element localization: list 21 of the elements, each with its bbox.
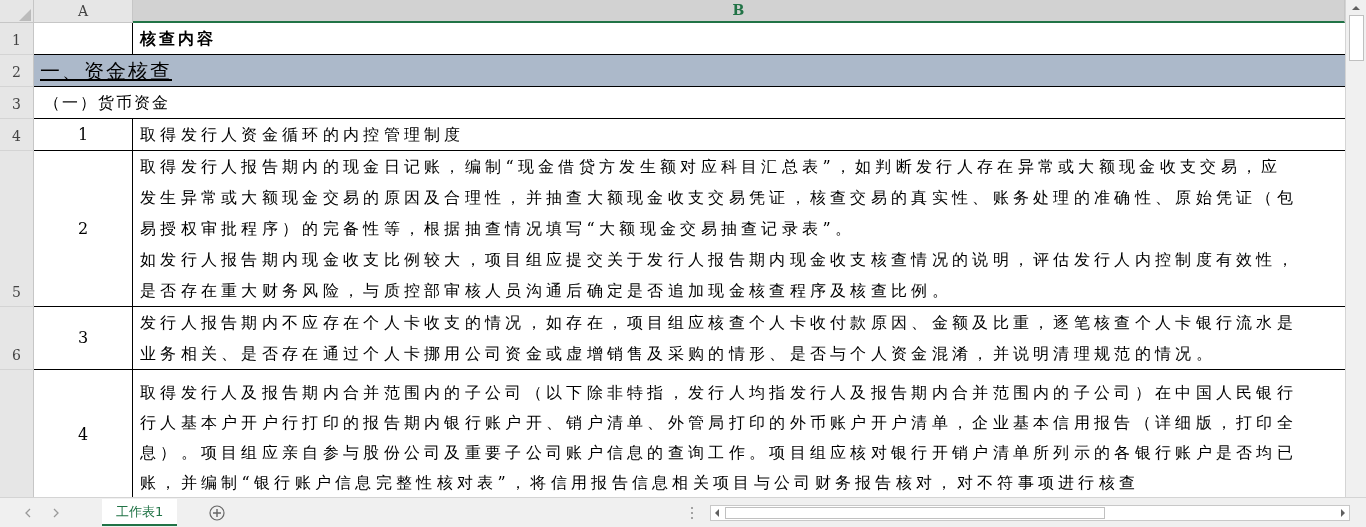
table-cell: 2 xyxy=(34,151,133,307)
row-header[interactable]: 6 xyxy=(0,307,34,370)
sheet-tab[interactable]: 工作表1 xyxy=(102,498,178,527)
table-cell: 发行人报告期内不应存在个人卡收支的情况，如存在，项目组应核查个人卡收付款原因、金额及比重，逐笔核查个人卡银行流水是 业务相关、是否存在通过个人卡挪用公司资金或虚增销售及采购的情形、是否与个人资金混淆，并说明清理规范的情况。 xyxy=(133,307,1345,370)
table-cell: （一）货币资金 xyxy=(34,87,1345,119)
row-header[interactable]: 3 xyxy=(0,87,34,119)
row-header[interactable]: 2 xyxy=(0,55,34,87)
next-sheet-icon[interactable] xyxy=(52,507,60,518)
splitter-icon[interactable] xyxy=(690,505,694,520)
row-header[interactable] xyxy=(0,370,34,497)
table-cell: 3 xyxy=(34,307,133,370)
add-sheet-icon[interactable] xyxy=(209,504,226,521)
column-header[interactable]: B xyxy=(133,0,1345,23)
previous-sheet-icon[interactable] xyxy=(24,507,32,518)
row-header[interactable]: 4 xyxy=(0,119,34,151)
row-header[interactable]: 1 xyxy=(0,23,34,55)
select-all-icon[interactable] xyxy=(19,9,31,21)
table-cell: 1 xyxy=(34,119,133,151)
section-heading-cell: 一、资金核查 xyxy=(34,55,1345,87)
table-cell: 取得发行人资金循环的内控管理制度 xyxy=(133,119,1345,151)
row-header[interactable]: 5 xyxy=(0,151,34,307)
